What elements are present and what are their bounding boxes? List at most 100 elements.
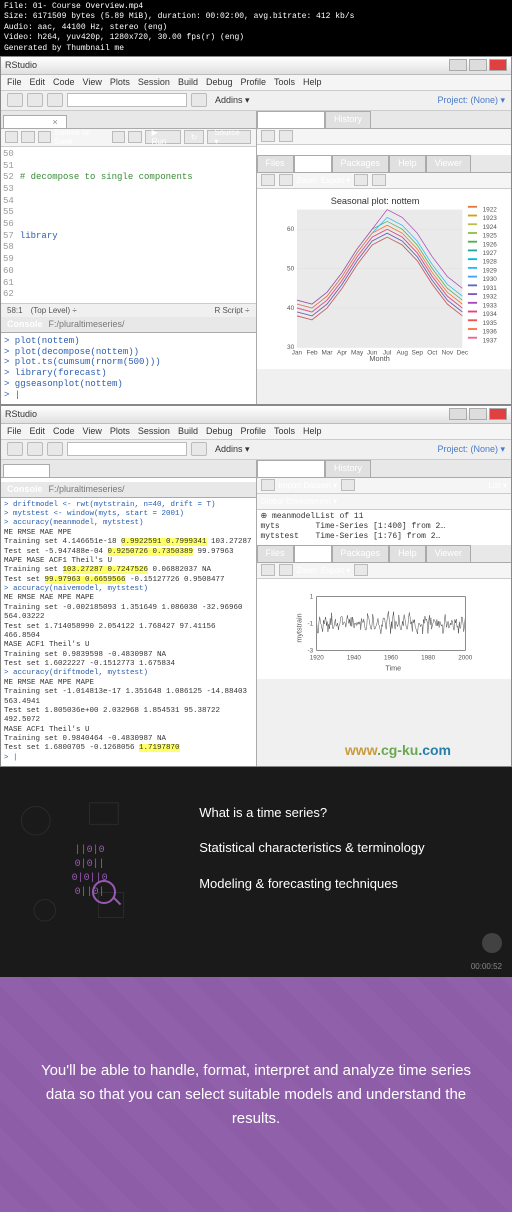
menu-edit[interactable]: Edit <box>30 426 46 436</box>
menu-tools[interactable]: Tools <box>274 77 295 87</box>
menu-plots[interactable]: Plots <box>110 77 130 87</box>
menu-session[interactable]: Session <box>138 77 170 87</box>
file-type[interactable]: R Script ÷ <box>214 306 249 315</box>
tab-packages[interactable]: Packages <box>332 545 390 562</box>
open-file-icon[interactable] <box>27 93 43 107</box>
prev-plot-icon[interactable] <box>261 564 275 576</box>
env-item[interactable]: mytstestTime-Series [1:76] from 2… <box>261 532 508 542</box>
menu-file[interactable]: File <box>7 77 22 87</box>
remove-plot-icon[interactable] <box>354 174 368 186</box>
addins-menu[interactable]: Addins ▾ <box>215 444 250 455</box>
scope-indicator[interactable]: (Top Level) ÷ <box>31 306 77 315</box>
rerun-button[interactable]: ↻ <box>184 130 205 144</box>
svg-text:May: May <box>351 350 364 357</box>
menu-file[interactable]: File <box>7 426 22 436</box>
script-tab[interactable]: tsscript.R× <box>3 115 67 128</box>
menu-view[interactable]: View <box>83 426 102 436</box>
menu-debug[interactable]: Debug <box>206 426 233 436</box>
import-dataset-menu[interactable]: Import Dataset ▾ <box>279 481 338 490</box>
menu-build[interactable]: Build <box>178 426 198 436</box>
menu-profile[interactable]: Profile <box>241 426 267 436</box>
zoom-button[interactable]: Zoom <box>297 566 317 575</box>
menu-session[interactable]: Session <box>138 426 170 436</box>
prev-plot-icon[interactable] <box>261 174 275 186</box>
tab-plots[interactable]: Plots <box>294 155 332 172</box>
load-icon[interactable] <box>261 479 275 491</box>
minimize-button[interactable] <box>449 59 467 71</box>
toolbox-icon[interactable] <box>191 93 207 107</box>
env-item[interactable]: mytsTime-Series [1:400] from 2… <box>261 522 508 532</box>
clear-icon[interactable] <box>341 479 355 491</box>
next-plot-icon[interactable] <box>279 564 293 576</box>
console-path: F:/pluraltimeseries/ <box>49 319 125 329</box>
tab-help[interactable]: Help <box>389 155 426 172</box>
environment-list[interactable]: ⊕ meanmodelList of 11 mytsTime-Series [1… <box>257 510 512 545</box>
new-file-icon[interactable] <box>7 442 23 456</box>
source-button[interactable]: Source ▾ <box>207 130 251 144</box>
clear-plots-icon[interactable] <box>372 174 386 186</box>
save-icon[interactable] <box>47 442 63 456</box>
close-tab-icon[interactable]: × <box>53 117 58 127</box>
list-mode-menu[interactable]: List ▾ <box>488 481 507 490</box>
maximize-button[interactable] <box>469 408 487 420</box>
toolbox-icon[interactable] <box>191 442 207 456</box>
goto-search-input[interactable] <box>67 93 187 107</box>
history-tab[interactable]: History <box>325 111 371 128</box>
minimize-button[interactable] <box>449 408 467 420</box>
goto-search-input[interactable] <box>67 442 187 456</box>
project-menu[interactable]: Project: (None) ▾ <box>437 95 505 106</box>
compile-icon[interactable] <box>128 131 141 143</box>
zoom-button[interactable]: Zoom <box>297 176 317 185</box>
open-file-icon[interactable] <box>27 442 43 456</box>
menu-edit[interactable]: Edit <box>30 77 46 87</box>
project-menu[interactable]: Project: (None) ▾ <box>437 444 505 455</box>
menu-help[interactable]: Help <box>303 77 322 87</box>
maximize-button[interactable] <box>469 59 487 71</box>
new-file-icon[interactable] <box>7 93 23 107</box>
source-on-save-label[interactable]: Source on Save <box>54 128 108 146</box>
x-axis-label: Month <box>369 354 389 363</box>
close-button[interactable] <box>489 408 507 420</box>
menu-code[interactable]: Code <box>53 77 75 87</box>
global-env-menu[interactable]: Global Environment ▾ <box>261 497 338 506</box>
source-tab[interactable]: Source <box>3 464 50 477</box>
menu-code[interactable]: Code <box>53 426 75 436</box>
find-icon[interactable] <box>112 131 125 143</box>
history-tab[interactable]: History <box>325 460 371 477</box>
tab-packages[interactable]: Packages <box>332 155 390 172</box>
titlebar[interactable]: RStudio <box>1 57 511 75</box>
tab-viewer[interactable]: Viewer <box>426 155 471 172</box>
console-output[interactable]: > plot(nottem)> plot(decompose(nottem))>… <box>1 333 256 404</box>
env-item[interactable]: ⊕ meanmodelList of 11 <box>261 512 508 522</box>
tab-viewer[interactable]: Viewer <box>426 545 471 562</box>
menu-plots[interactable]: Plots <box>110 426 130 436</box>
environment-tab[interactable]: Environment <box>257 111 326 128</box>
tab-plots[interactable]: Plots <box>294 545 332 562</box>
menu-profile[interactable]: Profile <box>241 77 267 87</box>
remove-plot-icon[interactable] <box>354 564 368 576</box>
menu-help[interactable]: Help <box>303 426 322 436</box>
menu-build[interactable]: Build <box>178 77 198 87</box>
tab-files[interactable]: Files <box>257 545 294 562</box>
console-output[interactable]: > driftmodel <- rwt(mytstrain, n=40, dri… <box>1 498 256 767</box>
close-button[interactable] <box>489 59 507 71</box>
menu-debug[interactable]: Debug <box>206 77 233 87</box>
export-menu[interactable]: Export ▾ <box>321 176 350 185</box>
titlebar[interactable]: RStudio <box>1 406 511 424</box>
load-icon[interactable] <box>261 130 275 142</box>
forward-icon[interactable] <box>21 131 34 143</box>
save-icon[interactable] <box>38 131 51 143</box>
tab-help[interactable]: Help <box>389 545 426 562</box>
menu-tools[interactable]: Tools <box>274 426 295 436</box>
save-icon[interactable] <box>47 93 63 107</box>
addins-menu[interactable]: Addins ▾ <box>215 95 250 106</box>
menu-view[interactable]: View <box>83 77 102 87</box>
back-icon[interactable] <box>5 131 18 143</box>
save-env-icon[interactable] <box>279 130 293 142</box>
tab-files[interactable]: Files <box>257 155 294 172</box>
next-plot-icon[interactable] <box>279 174 293 186</box>
environment-tab[interactable]: Environment <box>257 460 326 477</box>
export-menu[interactable]: Export ▾ <box>321 566 350 575</box>
run-button[interactable]: ▶ Run <box>145 130 181 144</box>
code-editor[interactable]: 50515253545556575859606162 plot(nottem) … <box>1 147 256 303</box>
